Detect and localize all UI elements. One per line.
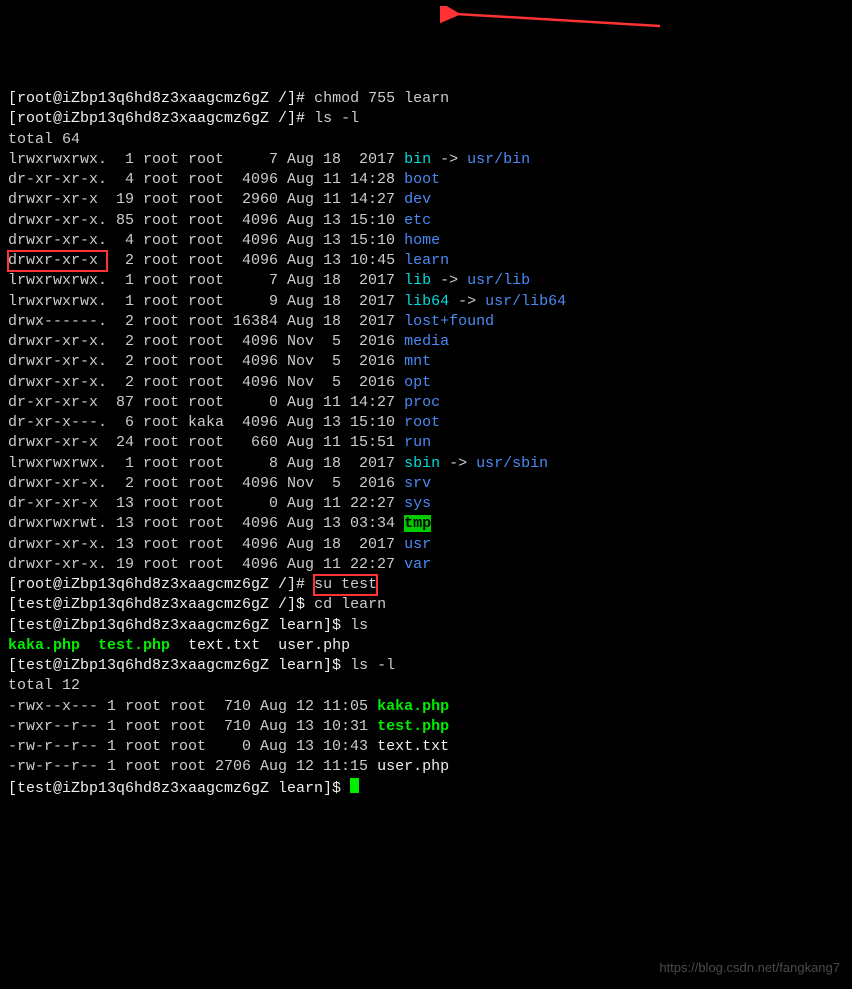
file-name: mnt <box>404 353 431 370</box>
file-name: lost+found <box>404 313 494 330</box>
watermark-text: https://blog.csdn.net/fangkang7 <box>659 959 840 977</box>
file-name: tmp <box>404 515 431 532</box>
file-name: var <box>404 556 431 573</box>
file-name: media <box>404 333 449 350</box>
file-name: srv <box>404 475 431 492</box>
highlight-permissions: drwxr-xr-x <box>8 251 107 271</box>
file-name: lib <box>404 272 431 289</box>
file-name: etc <box>404 212 431 229</box>
file-name: run <box>404 434 431 451</box>
file-name: test.php <box>377 718 449 735</box>
file-name: usr <box>404 536 431 553</box>
file-name: kaka.php <box>8 637 80 654</box>
file-name: proc <box>404 394 440 411</box>
file-name: user.php <box>278 637 350 654</box>
file-name: text.txt <box>188 637 260 654</box>
file-name: bin <box>404 151 431 168</box>
file-name: sbin <box>404 455 440 472</box>
file-name: test.php <box>98 637 170 654</box>
file-name: home <box>404 232 440 249</box>
prompt: [root@iZbp13q6hd8z3xaagcmz6gZ /]# <box>8 110 314 127</box>
cursor <box>350 778 359 794</box>
highlight-su-command: su test <box>314 575 377 595</box>
file-name: lib64 <box>404 293 449 310</box>
prompt: [root@iZbp13q6hd8z3xaagcmz6gZ /]# <box>8 90 314 107</box>
file-name: boot <box>404 171 440 188</box>
file-name: dev <box>404 191 431 208</box>
terminal-output[interactable]: [root@iZbp13q6hd8z3xaagcmz6gZ /]# chmod … <box>8 89 844 799</box>
file-name: user.php <box>377 758 449 775</box>
annotation-arrow <box>440 6 670 34</box>
file-name: learn <box>404 252 449 269</box>
file-name: opt <box>404 374 431 391</box>
file-name: kaka.php <box>377 698 449 715</box>
file-name: text.txt <box>377 738 449 755</box>
file-name: sys <box>404 495 431 512</box>
file-name: root <box>404 414 440 431</box>
